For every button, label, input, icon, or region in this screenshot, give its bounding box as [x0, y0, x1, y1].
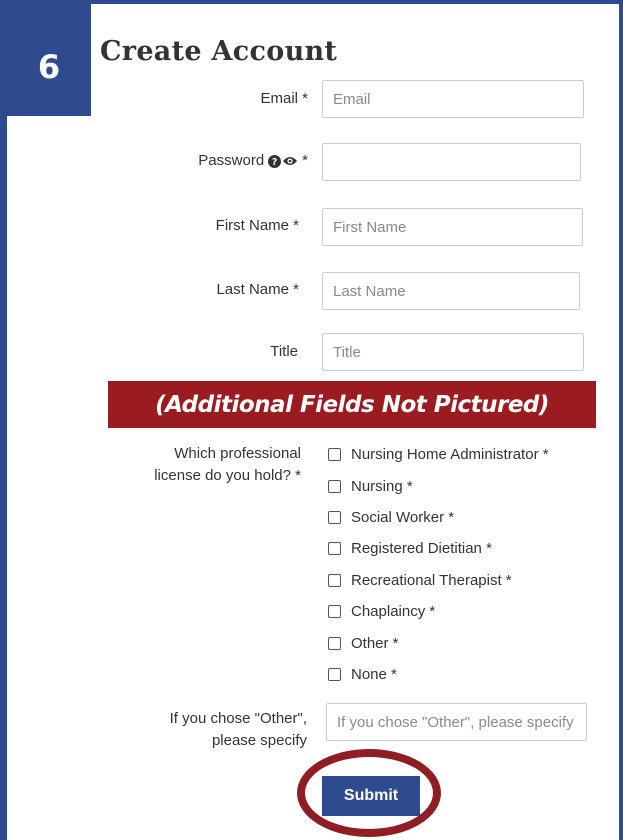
license-question-line1: Which professional — [174, 445, 301, 462]
checkbox-label: Recreational Therapist * — [351, 571, 512, 589]
checkbox-label: None * — [351, 665, 397, 683]
submit-button[interactable]: Submit — [322, 776, 420, 816]
checkbox[interactable] — [328, 447, 341, 461]
license-option-nursing-home-administrator[interactable]: Nursing Home Administrator * — [328, 442, 549, 466]
checkbox[interactable] — [328, 541, 341, 555]
license-option-chaplaincy[interactable]: Chaplaincy * — [328, 599, 435, 623]
other-specify-line2: please specify — [211, 732, 307, 749]
license-option-recreational-therapist[interactable]: Recreational Therapist * — [328, 568, 512, 592]
checkbox[interactable] — [328, 604, 341, 618]
svg-text:?: ? — [272, 157, 277, 168]
license-option-none[interactable]: None * — [328, 662, 397, 686]
license-option-social-worker[interactable]: Social Worker * — [328, 505, 454, 529]
last-name-field[interactable] — [322, 272, 580, 310]
title-field[interactable] — [322, 333, 584, 371]
first-name-field[interactable] — [322, 208, 583, 246]
password-label-group: Password ? * — [198, 150, 308, 172]
license-option-other[interactable]: Other * — [328, 631, 399, 655]
step-number-badge: 6 — [7, 4, 91, 116]
checkbox[interactable] — [328, 636, 341, 650]
other-specify-field[interactable] — [326, 703, 587, 741]
first-name-label: First Name * — [215, 217, 299, 234]
password-label: Password — [198, 152, 265, 169]
page-title: Create Account — [100, 36, 338, 67]
checkbox[interactable] — [328, 479, 341, 493]
checkbox-label: Nursing * — [351, 477, 413, 495]
eye-icon[interactable] — [282, 155, 298, 167]
license-option-nursing[interactable]: Nursing * — [328, 474, 413, 498]
checkbox-label: Chaplaincy * — [351, 602, 436, 620]
checkbox[interactable] — [328, 510, 341, 524]
checkbox-label: Nursing Home Administrator * — [351, 445, 549, 463]
email-label: Email * — [260, 90, 308, 107]
license-option-registered-dietitian[interactable]: Registered Dietitian * — [328, 536, 492, 560]
question-circle-icon[interactable]: ? — [268, 154, 282, 168]
other-specify-line1: If you chose "Other", — [169, 710, 307, 727]
other-specify-label: If you chose "Other", please specify — [170, 708, 307, 752]
email-field[interactable] — [322, 80, 584, 118]
last-name-label: Last Name * — [216, 281, 299, 298]
checkbox[interactable] — [328, 667, 341, 681]
title-label: Title — [270, 343, 298, 360]
checkbox[interactable] — [328, 573, 341, 587]
password-field[interactable] — [322, 143, 581, 181]
required-asterisk: * — [302, 152, 308, 169]
checkbox-label: Social Worker * — [351, 508, 455, 526]
license-question-line2: license do you hold? * — [154, 467, 301, 484]
checkbox-label: Registered Dietitian * — [351, 539, 492, 557]
checkbox-label: Other * — [351, 634, 399, 652]
license-question-label: Which professional license do you hold? … — [154, 443, 301, 487]
additional-fields-banner: (Additional Fields Not Pictured) — [108, 381, 596, 428]
